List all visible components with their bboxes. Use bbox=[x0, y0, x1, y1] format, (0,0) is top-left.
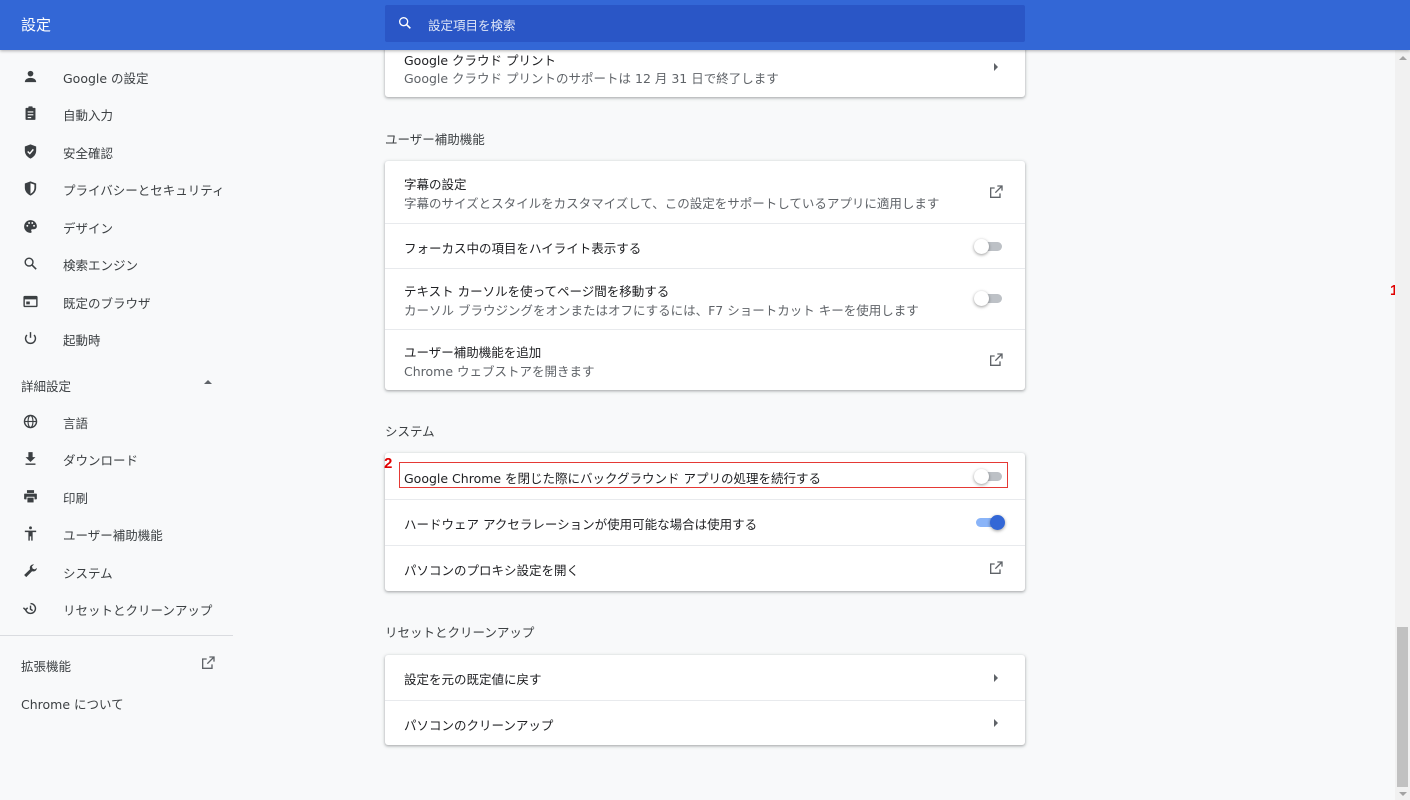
globe-icon bbox=[23, 414, 38, 429]
external-link-icon[interactable] bbox=[988, 560, 1004, 576]
sidebar-item-autofill[interactable]: 自動入力 bbox=[0, 95, 233, 132]
cleanup-row[interactable]: パソコンのクリーンアップ bbox=[385, 700, 1025, 745]
hardware-acceleration-row[interactable]: ハードウェア アクセラレーションが使用可能な場合は使用する bbox=[385, 499, 1025, 545]
row-title: Google クラウド プリント bbox=[404, 53, 557, 68]
add-accessibility-row[interactable]: ユーザー補助機能を追加 Chrome ウェブストアを開きます bbox=[385, 329, 1025, 390]
sidebar-item-reset[interactable]: リセットとクリーンアップ bbox=[0, 590, 233, 627]
focus-highlight-toggle[interactable] bbox=[974, 239, 1004, 254]
sidebar-item-accessibility[interactable]: ユーザー補助機能 bbox=[0, 515, 233, 552]
sidebar-item-label: 既定のブラウザ bbox=[63, 296, 151, 311]
reset-card: 設定を元の既定値に戻す パソコンのクリーンアップ bbox=[385, 655, 1025, 745]
sidebar-item-label: 安全確認 bbox=[63, 146, 114, 161]
sidebar-item-label: ユーザー補助機能 bbox=[63, 528, 163, 543]
external-link-icon[interactable] bbox=[200, 655, 216, 671]
clipboard-icon bbox=[25, 106, 36, 120]
annotation-highlight-box bbox=[399, 462, 1008, 488]
scrollbar-thumb[interactable] bbox=[1397, 627, 1408, 787]
download-icon bbox=[25, 452, 36, 465]
sidebar-item-label: システム bbox=[63, 566, 113, 581]
external-link-icon[interactable] bbox=[988, 184, 1004, 200]
sidebar-item-languages[interactable]: 言語 bbox=[0, 403, 233, 440]
sidebar-item-label: 起動時 bbox=[63, 333, 101, 348]
sidebar-item-privacy[interactable]: プライバシーとセキュリティ bbox=[0, 170, 233, 207]
wrench-icon bbox=[24, 564, 37, 578]
accessibility-icon bbox=[24, 526, 37, 541]
toggle-knob bbox=[990, 515, 1005, 530]
search-icon bbox=[399, 16, 411, 29]
sidebar-item-google[interactable]: Google の設定 bbox=[0, 58, 233, 95]
search-input[interactable]: 設定項目を検索 bbox=[385, 5, 1025, 42]
page-title: 設定 bbox=[21, 16, 52, 34]
section-title-system: システム bbox=[385, 424, 435, 439]
hardware-acceleration-toggle[interactable] bbox=[974, 515, 1005, 530]
sidebar-item-appearance[interactable]: デザイン bbox=[0, 208, 233, 245]
sidebar-divider bbox=[0, 635, 233, 636]
sidebar-item-label: 検索エンジン bbox=[63, 258, 139, 273]
printer-icon bbox=[24, 490, 37, 504]
sidebar-item-extensions[interactable]: 拡張機能 bbox=[21, 656, 71, 675]
row-subtitle: カーソル ブラウジングをオンまたはオフにするには、F7 ショートカット キーを使… bbox=[404, 303, 919, 318]
person-icon bbox=[24, 70, 37, 83]
chevron-right-icon bbox=[994, 674, 998, 682]
sidebar-item-label: ダウンロード bbox=[63, 453, 139, 468]
row-title: 字幕の設定 bbox=[404, 177, 467, 192]
sidebar-item-about-chrome[interactable]: Chrome について bbox=[21, 694, 124, 713]
row-title: テキスト カーソルを使ってページ間を移動する bbox=[404, 284, 670, 299]
restore-defaults-row[interactable]: 設定を元の既定値に戻す bbox=[385, 655, 1025, 700]
scroll-up-arrow-icon[interactable] bbox=[1399, 56, 1407, 60]
sidebar-item-system[interactable]: システム bbox=[0, 553, 233, 590]
external-link-icon[interactable] bbox=[988, 352, 1004, 368]
row-title: パソコンのプロキシ設定を開く bbox=[404, 563, 580, 578]
row-title: ユーザー補助機能を追加 bbox=[404, 345, 542, 360]
sidebar-item-label: デザイン bbox=[63, 221, 114, 236]
row-subtitle: 字幕のサイズとスタイルをカスタマイズして、この設定をサポートしているアプリに適用… bbox=[404, 196, 940, 211]
top-bar: 設定 設定項目を検索 bbox=[0, 0, 1410, 50]
section-title-accessibility: ユーザー補助機能 bbox=[385, 132, 485, 147]
proxy-settings-row[interactable]: パソコンのプロキシ設定を開く bbox=[385, 545, 1025, 591]
sidebar-item-on-startup[interactable]: 起動時 bbox=[0, 320, 233, 357]
scrollbar[interactable] bbox=[1395, 50, 1410, 800]
row-title: ハードウェア アクセラレーションが使用可能な場合は使用する bbox=[404, 517, 758, 532]
sidebar-item-label: 印刷 bbox=[63, 491, 89, 506]
row-subtitle: Chrome ウェブストアを開きます bbox=[404, 364, 595, 379]
row-subtitle: Google クラウド プリントのサポートは 12 月 31 日で終了します bbox=[404, 71, 779, 86]
palette-icon bbox=[24, 220, 37, 233]
toggle-knob bbox=[974, 239, 989, 254]
row-title: 設定を元の既定値に戻す bbox=[404, 672, 542, 687]
shield-check-icon bbox=[24, 144, 37, 159]
sidebar: Google の設定 自動入力 安全確認 プライバシーとセキュリティ デザイン … bbox=[0, 50, 233, 800]
browser-icon bbox=[23, 295, 38, 308]
caret-browsing-toggle[interactable] bbox=[974, 291, 1004, 306]
sidebar-item-default-browser[interactable]: 既定のブラウザ bbox=[0, 283, 233, 320]
row-title: フォーカス中の項目をハイライト表示する bbox=[404, 241, 642, 256]
row-title: パソコンのクリーンアップ bbox=[404, 718, 554, 733]
sidebar-item-label: 言語 bbox=[63, 416, 89, 431]
search-placeholder: 設定項目を検索 bbox=[428, 18, 516, 33]
search-icon bbox=[24, 257, 37, 270]
focus-highlight-row[interactable]: フォーカス中の項目をハイライト表示する bbox=[385, 223, 1025, 268]
sidebar-item-search-engine[interactable]: 検索エンジン bbox=[0, 245, 233, 282]
accessibility-card: 字幕の設定 字幕のサイズとスタイルをカスタマイズして、この設定をサポートしている… bbox=[385, 161, 1025, 390]
shield-icon bbox=[24, 181, 37, 196]
annotation-step-2: 2 bbox=[384, 455, 393, 472]
captions-row[interactable]: 字幕の設定 字幕のサイズとスタイルをカスタマイズして、この設定をサポートしている… bbox=[385, 161, 1025, 223]
chevron-right-icon bbox=[994, 719, 998, 727]
chevron-right-icon bbox=[994, 63, 998, 71]
sidebar-item-printing[interactable]: 印刷 bbox=[0, 478, 233, 515]
sidebar-item-label: プライバシーとセキュリティ bbox=[63, 183, 225, 198]
power-icon bbox=[24, 332, 37, 345]
history-icon bbox=[22, 602, 37, 615]
section-title-reset: リセットとクリーンアップ bbox=[385, 625, 535, 640]
scroll-down-arrow-icon[interactable] bbox=[1399, 792, 1407, 796]
sidebar-item-label: 自動入力 bbox=[63, 108, 114, 123]
advanced-section-toggle[interactable]: 詳細設定 bbox=[21, 376, 71, 395]
sidebar-item-label: Google の設定 bbox=[63, 71, 149, 86]
sidebar-item-downloads[interactable]: ダウンロード bbox=[0, 440, 233, 477]
caret-browsing-row[interactable]: テキスト カーソルを使ってページ間を移動する カーソル ブラウジングをオンまたは… bbox=[385, 268, 1025, 329]
toggle-knob bbox=[974, 291, 989, 306]
sidebar-item-label: リセットとクリーンアップ bbox=[63, 603, 213, 618]
chevron-up-icon[interactable] bbox=[204, 380, 212, 384]
sidebar-item-safety-check[interactable]: 安全確認 bbox=[0, 133, 233, 170]
